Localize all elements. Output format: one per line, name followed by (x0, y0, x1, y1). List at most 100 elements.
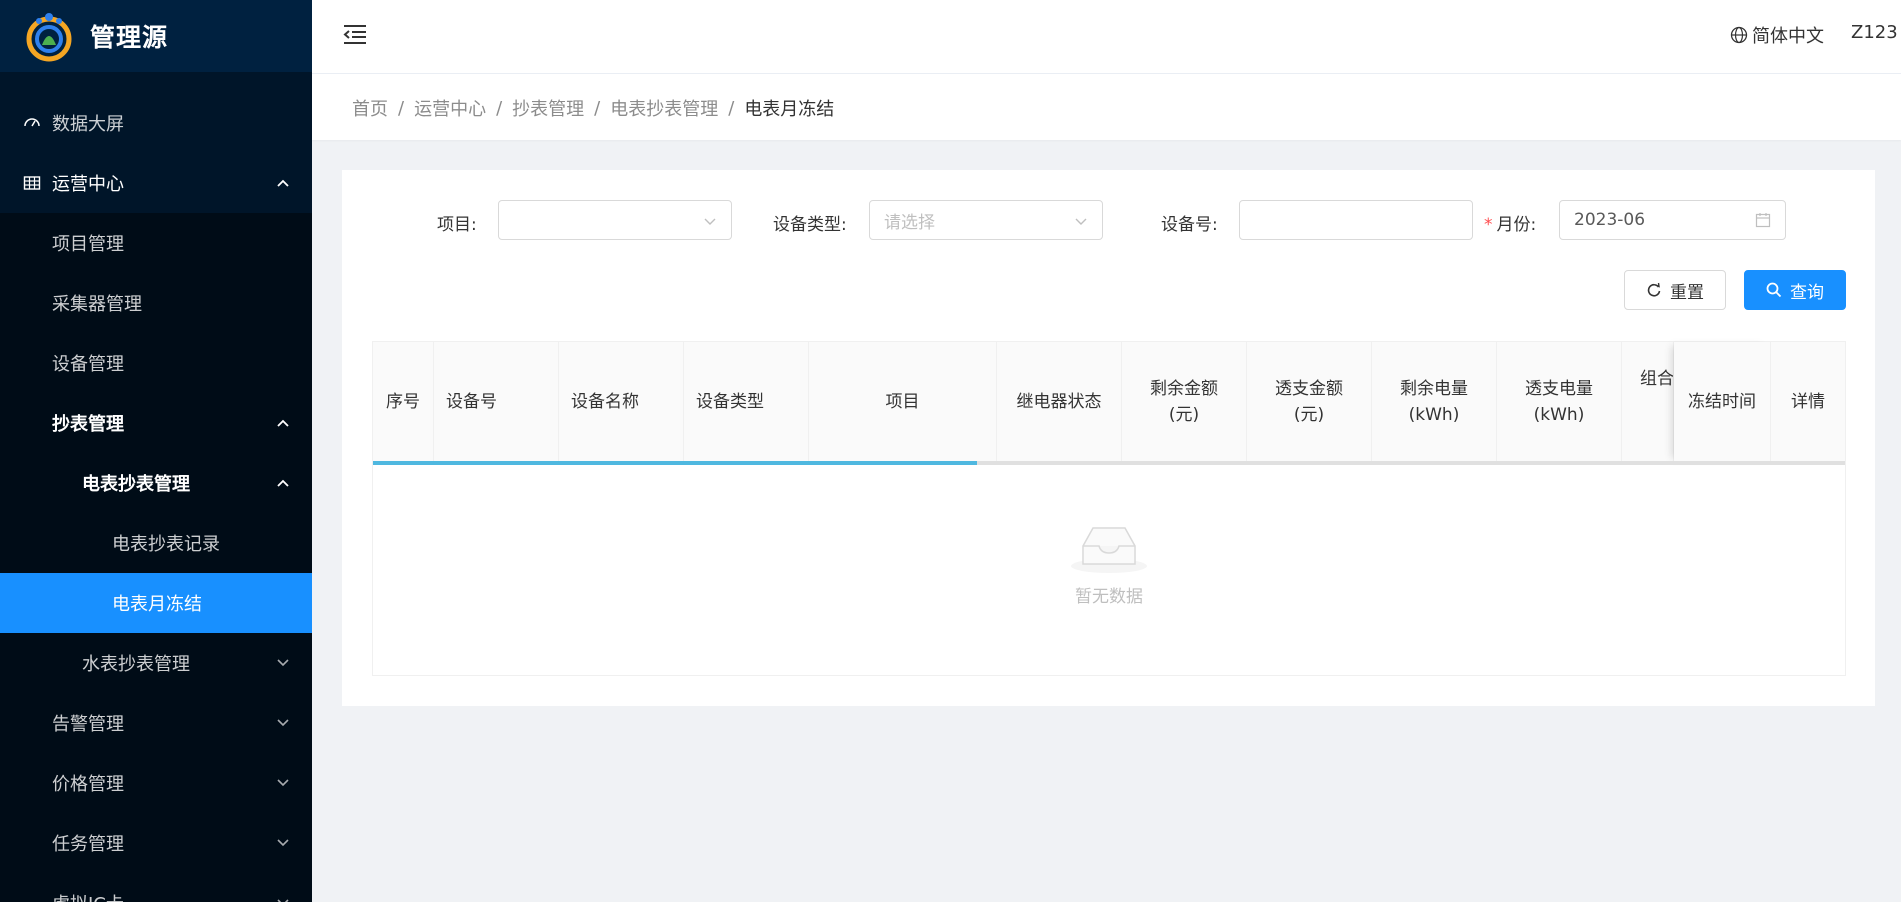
sidebar-item-task-management[interactable]: 任务管理 (0, 813, 312, 873)
project-label: 项目: (437, 215, 477, 235)
chevron-down-icon (276, 896, 290, 902)
sidebar-item-data-screen[interactable]: 数据大屏 (0, 93, 312, 153)
device-no-input[interactable] (1239, 200, 1473, 240)
breadcrumb-operations-center[interactable]: 运营中心 (414, 95, 486, 121)
chevron-up-icon (276, 416, 290, 430)
data-table: 序号 设备号 设备名称 设备类型 项目 继电器状态 剩余金额 (元) 透支金额 … (372, 341, 1846, 676)
sidebar-item-device-management[interactable]: 设备管理 (0, 333, 312, 393)
column-header: 项目 (809, 342, 997, 462)
content-card: 项目: 设备类型: 请选择 设备号: * 月份: 2023-06 重置 查询 序号… (342, 170, 1875, 706)
reload-icon (1646, 282, 1662, 298)
chevron-down-icon (276, 776, 290, 790)
sidebar-item-label: 采集器管理 (52, 294, 142, 315)
breadcrumb-separator: / (728, 97, 735, 119)
sidebar-item-label: 数据大屏 (52, 114, 124, 135)
brand-logo-icon (22, 9, 76, 63)
sidebar-item-operations-center[interactable]: 运营中心 (0, 153, 312, 213)
breadcrumb-separator: / (496, 97, 503, 119)
column-header: 透支电量 (kWh) (1497, 342, 1622, 462)
month-label: * 月份: (1484, 210, 1536, 235)
month-value: 2023-06 (1574, 210, 1646, 230)
sidebar-item-label: 电表抄表管理 (82, 474, 190, 495)
brand-title: 管理源 (90, 23, 169, 52)
empty-inbox-icon (1069, 522, 1149, 574)
sidebar-item-label: 项目管理 (52, 234, 124, 255)
breadcrumb-separator: / (398, 97, 405, 119)
device-type-label: 设备类型: (773, 215, 847, 235)
sidebar-menu: 数据大屏 运营中心 项目管理 采集器管理 设备管理 抄表管理 电表抄表管理 电表… (0, 72, 312, 902)
chevron-down-icon (703, 213, 717, 227)
search-button-label: 查询 (1790, 282, 1824, 303)
sidebar-item-water-meter-reading-management[interactable]: 水表抄表管理 (0, 633, 312, 693)
column-header: 设备号 (434, 342, 559, 462)
breadcrumb-bar: 首页 / 运营中心 / 抄表管理 / 电表抄表管理 / 电表月冻结 (312, 74, 1901, 140)
chevron-down-icon (1074, 213, 1088, 227)
language-switcher[interactable]: 简体中文 (1730, 22, 1824, 48)
chevron-down-icon (276, 656, 290, 670)
breadcrumb-electric-meter-reading-management[interactable]: 电表抄表管理 (610, 95, 718, 121)
top-header: 简体中文 Z123 (312, 0, 1901, 74)
sidebar-item-electric-meter-reading-management[interactable]: 电表抄表管理 (0, 453, 312, 513)
breadcrumb-current: 电表月冻结 (744, 99, 835, 120)
table-loading-fill (373, 461, 977, 465)
device-type-placeholder: 请选择 (884, 212, 935, 233)
sidebar-item-price-management[interactable]: 价格管理 (0, 753, 312, 813)
empty-state: 暂无数据 (373, 522, 1845, 607)
language-label: 简体中文 (1752, 26, 1824, 47)
sidebar-item-label: 电表月冻结 (112, 594, 202, 615)
user-name[interactable]: Z123 (1851, 22, 1901, 43)
table-header: 序号 设备号 设备名称 设备类型 项目 继电器状态 剩余金额 (元) 透支金额 … (373, 342, 1845, 462)
reset-button[interactable]: 重置 (1624, 270, 1726, 310)
sidebar-item-label: 告警管理 (52, 714, 124, 735)
sidebar-item-project-management[interactable]: 项目管理 (0, 213, 312, 273)
device-type-select[interactable]: 请选择 (869, 200, 1103, 240)
column-header: 组合 (1622, 342, 1674, 462)
column-header: 详情 (1791, 392, 1825, 412)
sidebar-item-meter-reading-management[interactable]: 抄表管理 (0, 393, 312, 453)
dashboard-icon (22, 113, 42, 133)
sidebar-item-virtual-ic-card[interactable]: 虚拟IC卡 (0, 873, 312, 902)
column-header: 冻结时间 (1674, 342, 1771, 462)
sidebar-item-label: 价格管理 (52, 774, 124, 795)
month-label-text: 月份: (1496, 215, 1537, 235)
sidebar-item-collector-management[interactable]: 采集器管理 (0, 273, 312, 333)
calendar-icon (1755, 212, 1771, 228)
reset-button-label: 重置 (1670, 282, 1704, 303)
column-header: 透支金额 (元) (1247, 342, 1372, 462)
menu-fold-icon[interactable] (342, 22, 368, 46)
sidebar-item-label: 抄表管理 (52, 414, 124, 435)
sidebar-item-label: 电表抄表记录 (112, 534, 220, 555)
chevron-down-icon (276, 716, 290, 730)
project-select[interactable] (498, 200, 732, 240)
breadcrumb: 首页 / 运营中心 / 抄表管理 / 电表抄表管理 / 电表月冻结 (352, 95, 834, 121)
chevron-up-icon (276, 176, 290, 190)
sidebar-item-label: 虚拟IC卡 (52, 890, 124, 902)
sidebar-item-label: 运营中心 (52, 174, 124, 195)
breadcrumb-home[interactable]: 首页 (352, 95, 388, 121)
breadcrumb-meter-reading-management[interactable]: 抄表管理 (512, 95, 584, 121)
search-button[interactable]: 查询 (1744, 270, 1846, 310)
breadcrumb-separator: / (594, 97, 601, 119)
sidebar-item-electric-meter-reading-records[interactable]: 电表抄表记录 (0, 513, 312, 573)
empty-state-text: 暂无数据 (1075, 587, 1143, 607)
sidebar: 管理源 数据大屏 运营中心 项目管理 采集器管理 设备管理 抄表管理 电表抄表管… (0, 0, 312, 902)
chevron-down-icon (276, 836, 290, 850)
table-icon (22, 173, 42, 193)
month-picker[interactable]: 2023-06 (1559, 200, 1786, 240)
column-header: 设备类型 (684, 342, 809, 462)
required-mark: * (1484, 215, 1493, 235)
column-header: 设备名称 (559, 342, 684, 462)
sidebar-item-alarm-management[interactable]: 告警管理 (0, 693, 312, 753)
search-icon (1766, 282, 1782, 298)
device-no-label: 设备号: (1161, 215, 1218, 235)
logo-bar: 管理源 (0, 0, 312, 72)
sidebar-item-label: 任务管理 (52, 834, 124, 855)
globe-icon (1730, 26, 1748, 44)
column-header: 剩余金额 (元) (1122, 342, 1247, 462)
column-header: 剩余电量 (kWh) (1372, 342, 1497, 462)
sidebar-item-electric-meter-monthly-freeze[interactable]: 电表月冻结 (0, 573, 312, 633)
sidebar-item-label: 设备管理 (52, 354, 124, 375)
column-header: 序号 (373, 342, 434, 462)
sidebar-item-label: 水表抄表管理 (82, 654, 190, 675)
chevron-up-icon (276, 476, 290, 490)
